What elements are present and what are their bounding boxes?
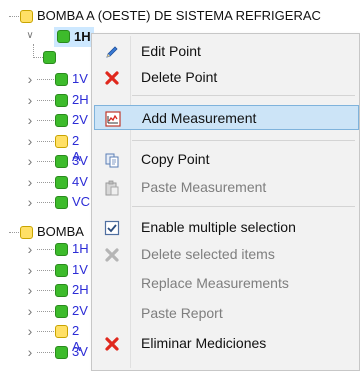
tree-connector	[9, 16, 19, 17]
point-node-icon	[55, 134, 68, 148]
measurement-chart-icon	[105, 111, 121, 127]
tree-connector	[37, 310, 54, 312]
tree-connector	[37, 181, 54, 183]
chevron-right-icon[interactable]: ›	[25, 263, 35, 277]
menu-item-enable-multiple-selection[interactable]: Enable multiple selection	[94, 215, 359, 240]
context-menu: Edit Point Delete Point Add Measurement …	[91, 33, 360, 371]
point-node-icon	[43, 51, 56, 64]
point-node-icon	[55, 345, 68, 359]
chevron-right-icon[interactable]: ›	[25, 324, 35, 338]
red-x-icon	[105, 71, 119, 85]
chevron-right-icon[interactable]: ›	[25, 304, 35, 318]
menu-item-add-measurement[interactable]: Add Measurement	[94, 105, 359, 130]
menu-item-replace-measurements[interactable]: Replace Measurements	[94, 271, 359, 296]
menu-separator	[132, 95, 355, 96]
point-node-icon	[55, 263, 68, 277]
chevron-right-icon[interactable]: ›	[25, 195, 35, 209]
tree-item-label[interactable]: VC	[72, 194, 90, 210]
tree-connector	[37, 249, 54, 250]
tree-connector	[33, 44, 34, 58]
tree-item-label[interactable]: 3V	[72, 153, 88, 169]
copy-icon	[105, 153, 119, 168]
chevron-down-icon[interactable]: ∨	[25, 30, 35, 42]
tree-connector	[37, 140, 54, 142]
point-node-icon	[57, 30, 70, 43]
tree-item-label[interactable]: 1V	[72, 262, 88, 278]
point-node-icon	[55, 196, 68, 209]
pencil-icon	[106, 46, 118, 58]
folder-node-icon	[20, 226, 33, 239]
point-node-icon	[55, 325, 68, 338]
menu-item-edit-point[interactable]: Edit Point	[94, 39, 359, 64]
point-node-icon	[55, 243, 68, 256]
checkbox-checked-icon	[104, 220, 120, 236]
tree-item-label[interactable]: 3V	[72, 344, 88, 360]
tree-item-label[interactable]: 4V	[72, 174, 88, 190]
tree-item-label[interactable]: 1V	[72, 71, 88, 87]
point-node-icon	[55, 73, 68, 86]
chevron-right-icon[interactable]: ›	[25, 345, 35, 359]
tree-connector	[37, 161, 54, 162]
chevron-right-icon[interactable]: ›	[25, 134, 35, 148]
menu-item-label: Enable multiple selection	[141, 219, 296, 235]
menu-item-paste-report[interactable]: Paste Report	[94, 301, 359, 326]
point-node-icon	[55, 175, 68, 189]
menu-item-eliminar-mediciones[interactable]: Eliminar Mediciones	[94, 331, 359, 356]
paste-icon	[105, 180, 119, 196]
menu-separator	[132, 140, 355, 141]
folder-node-icon	[20, 10, 33, 23]
menu-item-label: Paste Measurement	[141, 179, 267, 195]
tree-connector	[37, 99, 54, 101]
point-node-icon	[55, 155, 68, 168]
tree-connector	[37, 351, 54, 353]
chevron-right-icon[interactable]: ›	[25, 242, 35, 256]
chevron-right-icon[interactable]: ›	[25, 113, 35, 127]
tree-item-label[interactable]: 2V	[72, 112, 88, 128]
point-node-icon	[55, 93, 68, 107]
tree-connector	[33, 57, 43, 58]
tree-root-label[interactable]: BOMBA	[37, 224, 84, 240]
menu-item-delete-point[interactable]: Delete Point	[94, 65, 359, 90]
chevron-right-icon[interactable]: ›	[25, 154, 35, 168]
tree-connector	[9, 232, 19, 233]
point-node-icon	[55, 304, 68, 318]
tree-connector	[37, 202, 54, 203]
menu-item-delete-selected-items[interactable]: Delete selected items	[94, 242, 359, 267]
menu-item-label: Add Measurement	[142, 110, 257, 126]
chevron-right-icon[interactable]: ›	[25, 93, 35, 107]
red-x-icon	[105, 337, 119, 351]
tree-root-label[interactable]: BOMBA A (OESTE) DE SISTEMA REFRIGERAC	[37, 8, 321, 24]
tree-item-label[interactable]: 2V	[72, 303, 88, 319]
menu-item-paste-measurement[interactable]: Paste Measurement	[94, 175, 359, 200]
menu-item-label: Delete selected items	[141, 246, 275, 262]
chevron-right-icon[interactable]: ›	[25, 283, 35, 297]
tree-connector	[37, 290, 54, 291]
menu-item-label: Eliminar Mediciones	[141, 335, 267, 351]
menu-item-label: Edit Point	[141, 43, 201, 59]
tree-connector	[37, 79, 54, 80]
menu-item-copy-point[interactable]: Copy Point	[94, 147, 359, 172]
tree-selected-item-label[interactable]: 1H	[74, 29, 91, 45]
tree-connector	[37, 331, 54, 332]
tree-connector	[37, 120, 54, 121]
tree-connector	[37, 269, 54, 271]
menu-item-label: Paste Report	[141, 305, 223, 321]
menu-item-label: Replace Measurements	[141, 275, 289, 291]
menu-item-label: Copy Point	[141, 151, 210, 167]
chevron-right-icon[interactable]: ›	[25, 175, 35, 189]
tree-item-label[interactable]: 2H	[72, 92, 89, 108]
tree-item-label[interactable]: 2H	[72, 282, 89, 298]
menu-separator	[132, 206, 355, 207]
chevron-right-icon[interactable]: ›	[25, 72, 35, 86]
grey-x-icon	[105, 248, 119, 262]
tree-item-label[interactable]: 1H	[72, 241, 89, 257]
point-node-icon	[55, 284, 68, 297]
point-node-icon	[55, 114, 68, 127]
menu-item-label: Delete Point	[141, 69, 218, 85]
